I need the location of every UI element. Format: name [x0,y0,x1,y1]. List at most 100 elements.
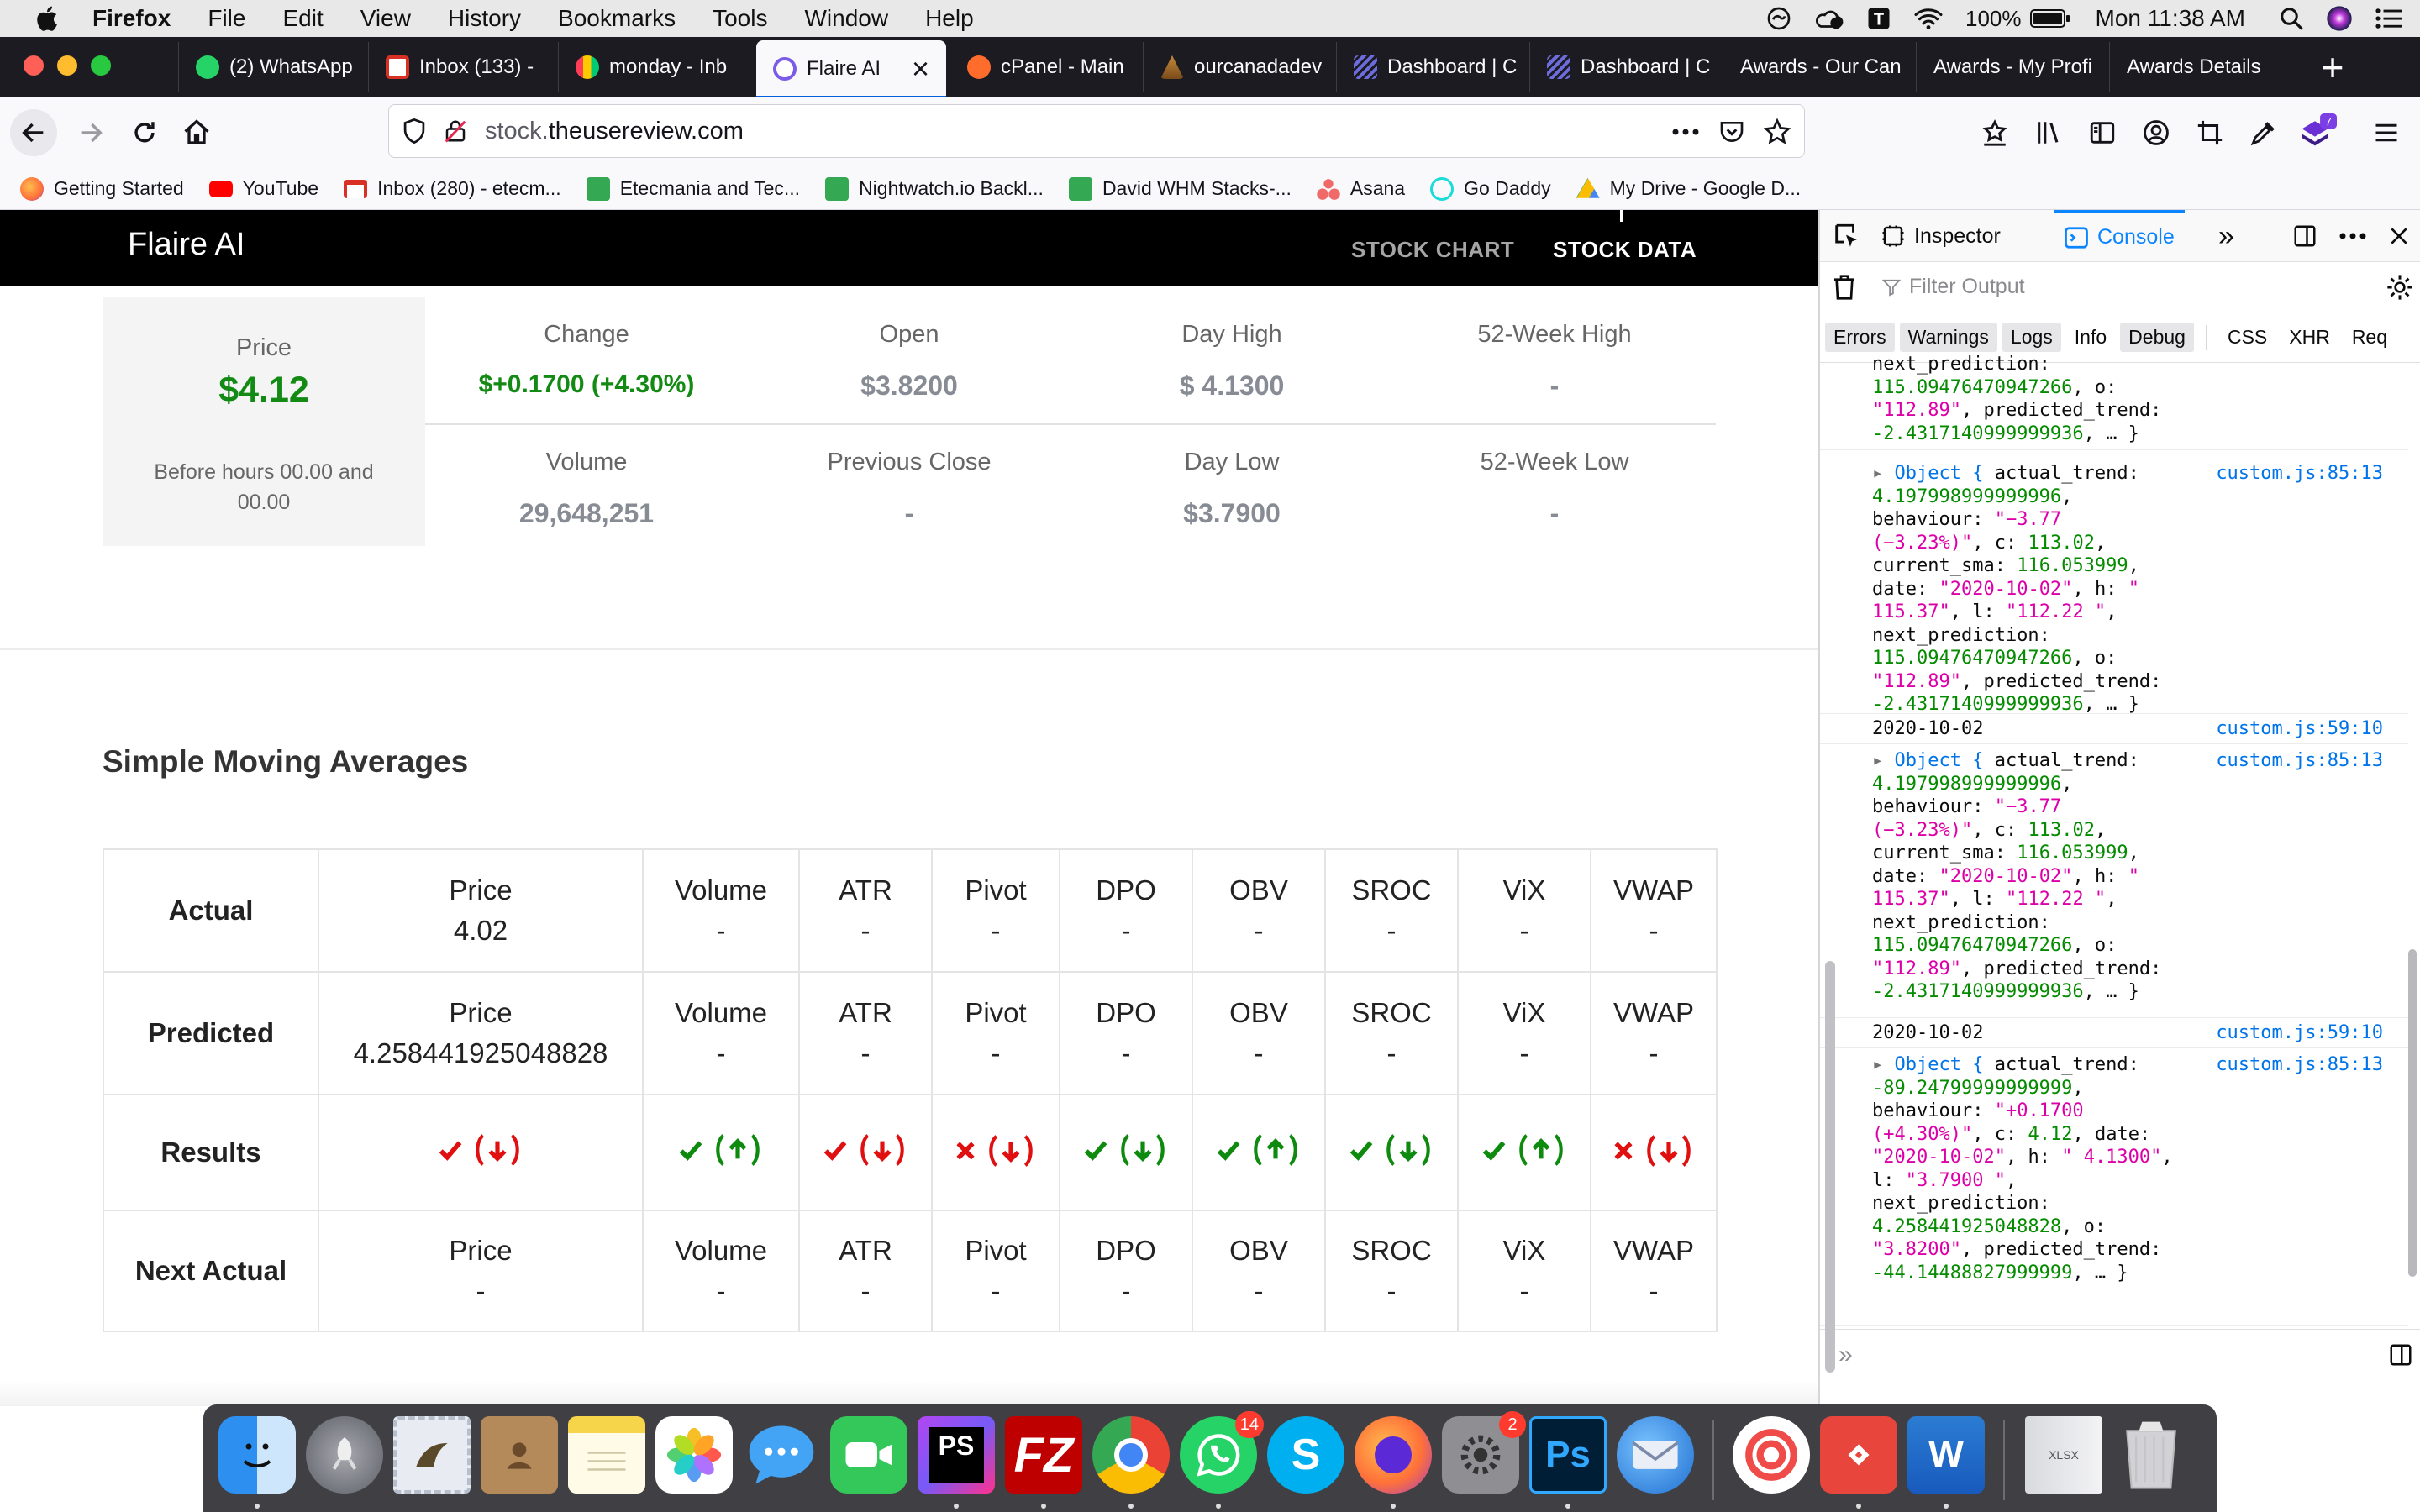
dock-side-icon[interactable] [2292,210,2317,262]
menu-edit[interactable]: Edit [282,5,323,32]
console-source-link[interactable]: custom.js:59:10 [2216,1021,2383,1045]
nav-stock-data-link[interactable]: STOCK DATA [1553,237,1697,263]
bookmark-youtube[interactable]: YouTube [208,177,318,200]
notification-center-icon[interactable] [2375,8,2403,29]
word-icon[interactable]: W [1907,1416,1985,1494]
clear-console-trash-icon[interactable] [1832,274,1857,301]
tab-dashboard-1[interactable]: Dashboard | C [1336,42,1526,92]
insecure-lock-icon[interactable] [443,118,468,144]
filter-info[interactable]: Info [2066,323,2115,352]
filter-css[interactable]: CSS [2219,323,2275,352]
tab-close-icon[interactable]: × [912,51,929,87]
chrome-icon[interactable] [1092,1416,1170,1494]
console-settings-gear-icon[interactable] [2386,274,2413,301]
console-entry[interactable]: next_prediction: 115.09476470947266, o: … [1820,353,2408,450]
filter-output-input[interactable]: Filter Output [1909,275,2346,299]
tab-cpanel[interactable]: cPanel - Main [950,42,1139,92]
tab-dashboard-2[interactable]: Dashboard | C [1529,42,1719,92]
downloads-stack-icon[interactable]: XLSX [2025,1416,2102,1494]
site-logo[interactable]: Flaire AI [128,227,245,263]
bookmark-nightwatch[interactable]: Nightwatch.io Backl... [825,176,1044,201]
cloud-sync-icon[interactable] [1814,6,1844,31]
library-button[interactable] [2025,109,2072,156]
new-tab-button[interactable]: + [2307,42,2358,92]
console-source-link[interactable]: custom.js:59:10 [2216,717,2383,741]
finder-icon[interactable] [218,1416,296,1494]
bookmark-etecmania[interactable]: Etecmania and Tec... [586,176,800,201]
url-text[interactable]: stock.theusereview.com [485,118,744,145]
menu-window[interactable]: Window [804,5,888,32]
page-scrollbar[interactable] [1825,961,1835,1373]
console-entry[interactable]: 2020-10-02 custom.js:59:10 [1820,714,2408,744]
trash-icon[interactable] [2112,1416,2190,1494]
extension-button[interactable]: 7 [2294,109,2341,156]
tab-whatsapp[interactable]: (2) WhatsApp [178,42,365,92]
console-entry[interactable]: 2020-10-02 custom.js:59:10 [1820,1018,2408,1048]
site-info-shield-icon[interactable] [402,118,426,144]
skype-icon[interactable]: S [1267,1416,1344,1494]
home-button[interactable] [173,109,220,156]
tab-awards-details[interactable]: Awards Details [2109,42,2299,92]
bookmark-my-drive[interactable]: My Drive - Google D... [1576,177,1801,201]
filter-debug[interactable]: Debug [2120,323,2194,352]
devtools-tab-console[interactable]: Console [2054,210,2185,262]
window-zoom-button[interactable] [91,55,111,76]
devtools-options-icon[interactable] [2339,210,2366,262]
devtools-tab-inspector[interactable]: Inspector [1881,210,2001,262]
console-entry[interactable]: ▸ Object { actual_trend: 4.1979989999999… [1820,450,2408,715]
bookmark-star-icon[interactable] [1764,118,1791,145]
window-minimize-button[interactable] [57,55,77,76]
console-scrollbar[interactable] [2408,949,2417,1277]
menubar-clock[interactable]: Mon 11:38 AM [2096,5,2245,32]
reload-button[interactable] [121,109,168,156]
account-button[interactable] [2133,109,2180,156]
menu-bookmarks[interactable]: Bookmarks [558,5,676,32]
siri-icon[interactable] [2326,5,2353,32]
element-picker-button[interactable] [1832,210,1860,262]
typora-icon[interactable]: T [1866,6,1891,31]
tab-gmail[interactable]: Inbox (133) - [368,42,555,92]
back-button[interactable] [10,109,57,156]
mail-stamp-icon[interactable] [393,1416,471,1494]
launchpad-icon[interactable] [306,1416,383,1494]
devtools-close-icon[interactable] [2388,210,2410,262]
battery-icon[interactable] [2029,8,2070,29]
thunderbird-icon[interactable] [1617,1416,1694,1494]
facetime-icon[interactable] [830,1416,908,1494]
tab-flaire-ai[interactable]: Flaire AI × [756,40,946,97]
tab-ourcanadadev[interactable]: ourcanadadev [1143,42,1333,92]
spotlight-search-icon[interactable] [2279,6,2304,31]
filter-errors[interactable]: Errors [1825,323,1895,352]
git-tool-icon[interactable] [1820,1416,1897,1494]
bookmark-getting-started[interactable]: Getting Started [20,176,184,201]
console-entry[interactable]: ▸ Object { actual_trend: -89.24799999999… [1820,1048,2408,1326]
whatsapp-icon[interactable]: 14 [1180,1411,1264,1494]
tab-awards-my-profile[interactable]: Awards - My Profi [1916,42,2106,92]
wifi-icon[interactable] [1913,7,1944,30]
filter-warnings[interactable]: Warnings [1899,323,1997,352]
firefox-icon[interactable] [1355,1416,1432,1494]
creative-cloud-icon[interactable] [1765,5,1792,32]
filezilla-icon[interactable]: FZ [1005,1416,1082,1494]
bookmark-inbox[interactable]: Inbox (280) - etecm... [344,177,561,200]
console-input[interactable]: » [1820,1329,2420,1379]
console-source-link[interactable]: custom.js:85:13 [2216,1053,2383,1077]
phpstorm-icon[interactable]: PS [918,1416,995,1494]
menu-tools[interactable]: Tools [713,5,767,32]
bookmark-godaddy[interactable]: Go Daddy [1430,176,1551,201]
page-actions-menu-icon[interactable] [1671,128,1700,136]
tab-monday[interactable]: monday - Inb [558,42,755,92]
editor-mode-icon[interactable] [2388,1342,2413,1368]
photos-icon[interactable] [655,1416,733,1494]
system-preferences-icon[interactable]: 2 [1442,1411,1526,1494]
window-close-button[interactable] [24,55,44,76]
filter-requests[interactable]: Req [2344,323,2396,352]
eyedropper-button[interactable] [2240,109,2287,156]
menu-history[interactable]: History [448,5,521,32]
url-bar[interactable]: stock.theusereview.com [388,104,1805,158]
menu-file[interactable]: File [208,5,245,32]
screenshot-button[interactable] [2186,109,2233,156]
messages-icon[interactable] [743,1416,820,1494]
forward-button[interactable] [67,109,114,156]
menu-view[interactable]: View [360,5,411,32]
